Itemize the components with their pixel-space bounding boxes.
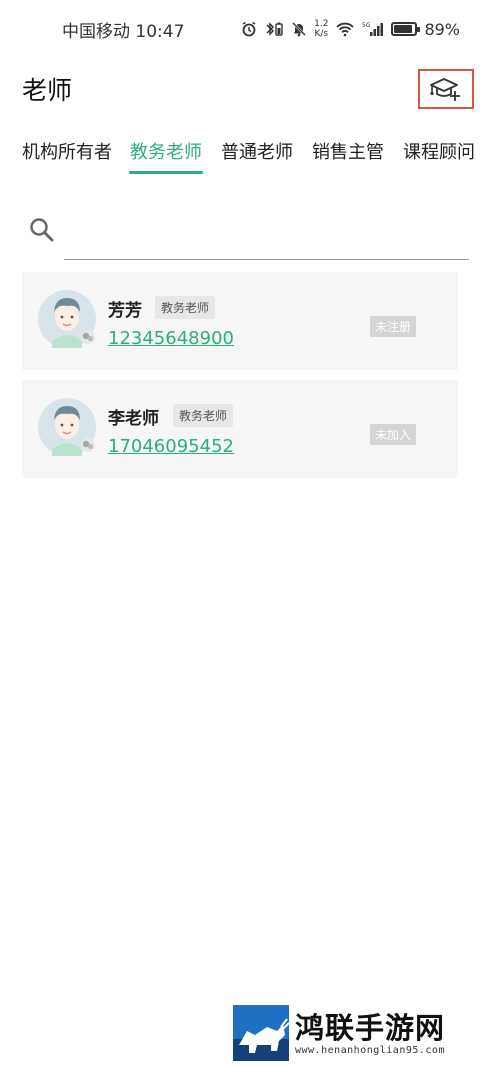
role-badge: 教务老师	[155, 296, 216, 319]
teacher-list: 芳芳 教务老师 12345648900 未注册 李老师 教务老师 1704609…	[22, 272, 460, 488]
active-tab-indicator	[129, 171, 203, 174]
mute-bell-icon	[291, 21, 307, 37]
avatar	[38, 290, 96, 348]
svg-text:5G: 5G	[362, 22, 371, 29]
avatar	[38, 398, 96, 456]
alarm-icon	[241, 21, 257, 37]
teacher-name: 李老师	[108, 409, 159, 429]
signal-icon: 5G	[362, 21, 384, 37]
role-badge: 教务老师	[173, 404, 234, 427]
search-bar	[22, 208, 470, 262]
carrier-time: 中国移动 10:47	[62, 21, 185, 42]
phone-link[interactable]: 17046095452	[108, 436, 234, 457]
teacher-card[interactable]: 芳芳 教务老师 12345648900 未注册	[22, 272, 458, 370]
role-tabs: 机构所有者 教务老师 普通老师 销售主管 课程顾问	[0, 138, 480, 184]
status-badge: 未加入	[370, 424, 417, 445]
teacher-card[interactable]: 李老师 教务老师 17046095452 未加入	[22, 380, 458, 478]
site-watermark: 鸿联手游网 www.henanhonglian95.com	[233, 1004, 473, 1062]
tab-sales-manager[interactable]: 销售主管	[311, 138, 385, 178]
wifi-icon	[335, 21, 355, 37]
status-badge: 未注册	[370, 316, 417, 337]
graduation-cap-plus-icon	[430, 78, 460, 101]
battery-fill	[394, 25, 413, 33]
watermark-url: www.henanhonglian95.com	[295, 1044, 445, 1056]
status-bar: 中国移动 10:47 1.2 K/s 5G 89%	[0, 0, 480, 58]
search-icon[interactable]	[28, 216, 56, 248]
page-title: 老师	[22, 76, 73, 105]
add-teacher-button[interactable]	[418, 69, 474, 109]
watermark-title: 鸿联手游网	[295, 1010, 446, 1045]
tab-owner[interactable]: 机构所有者	[22, 138, 112, 178]
network-speed: 1.2 K/s	[314, 19, 329, 39]
teacher-name: 芳芳	[108, 301, 142, 321]
header: 老师	[0, 64, 480, 114]
bull-logo-icon	[233, 1005, 289, 1061]
battery-percent: 89%	[424, 19, 460, 39]
bluetooth-battery-icon	[264, 21, 284, 37]
tab-academic-teacher[interactable]: 教务老师	[129, 138, 203, 178]
phone-link[interactable]: 12345648900	[108, 328, 234, 349]
status-icons: 1.2 K/s 5G 89%	[241, 19, 460, 39]
tab-course-consultant[interactable]: 课程顾问	[402, 138, 476, 178]
search-input[interactable]	[64, 214, 469, 260]
battery-icon	[391, 22, 421, 36]
tab-regular-teacher[interactable]: 普通老师	[220, 138, 294, 178]
